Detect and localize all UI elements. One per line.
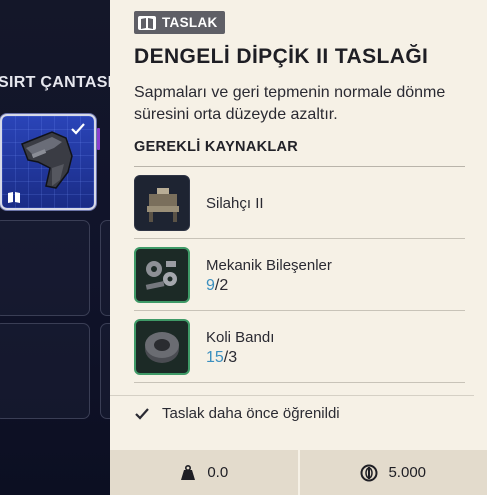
weight-icon (181, 464, 196, 480)
blueprint-detail-panel: TASLAK DENGELİ DİPÇİK II TASLAĞI Sapmala… (110, 0, 487, 495)
mechanical-parts-icon (134, 247, 190, 303)
inventory-slot[interactable] (100, 323, 110, 419)
stock-item-icon (21, 131, 73, 189)
learned-status-text: Taslak daha önce öğrenildi (162, 405, 340, 422)
check-icon (135, 407, 149, 420)
resource-have: 9 (206, 277, 215, 294)
learned-status: Taslak daha önce öğrenildi (134, 405, 340, 422)
price-info: 5.000 (300, 450, 487, 495)
resource-name: Silahçı II (206, 195, 264, 212)
resource-row: Mekanik Bileşenler 9/2 (134, 239, 465, 311)
inventory-slot[interactable] (0, 220, 90, 316)
blueprint-book-icon (8, 192, 20, 203)
duct-tape-icon (134, 319, 190, 375)
learned-check-icon (71, 123, 85, 135)
inventory-slot[interactable] (0, 323, 90, 419)
backpack-panel: SIRT ÇANTASI (0, 0, 110, 495)
resource-quantity: 9/2 (206, 277, 228, 295)
resource-name: Koli Bandı (206, 329, 275, 346)
blueprint-book-icon (138, 15, 156, 30)
resource-have: 15 (206, 349, 224, 366)
coin-icon (360, 464, 378, 481)
divider (110, 395, 474, 396)
weight-value: 0.0 (207, 464, 229, 481)
resource-name: Mekanik Bileşenler (206, 257, 332, 274)
item-title: DENGELİ DİPÇİK II TASLAĞI (134, 45, 429, 68)
slot-accent (97, 128, 100, 150)
workbench-icon (134, 175, 190, 231)
blueprint-tag-label: TASLAK (162, 15, 218, 30)
backpack-title: SIRT ÇANTASI (0, 74, 110, 91)
resource-need: 3 (228, 349, 238, 366)
inventory-slot-selected[interactable] (0, 114, 96, 210)
item-footer: 0.0 5.000 (110, 450, 487, 495)
price-value: 5.000 (388, 464, 427, 481)
item-description: Sapmaları ve geri tepmenin normale dönme… (134, 84, 446, 123)
resource-row: Silahçı II (134, 167, 465, 239)
weight-info: 0.0 (110, 450, 298, 495)
blueprint-tag: TASLAK (134, 11, 225, 34)
required-resources-header: GEREKLİ KAYNAKLAR (134, 139, 299, 155)
resource-need: 2 (219, 277, 229, 294)
resource-row: Koli Bandı 15/3 (134, 311, 465, 383)
inventory-slot[interactable] (100, 220, 110, 316)
resource-quantity: 15/3 (206, 349, 237, 367)
